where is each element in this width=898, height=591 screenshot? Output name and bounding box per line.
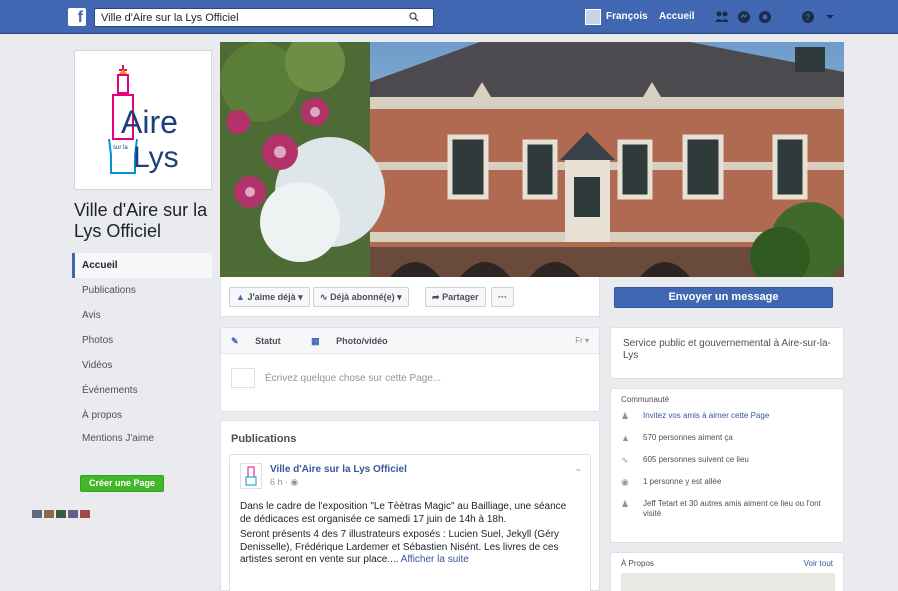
create-page-button[interactable]: Créer une Page	[80, 475, 164, 492]
post-card: Ville d'Aire sur la Lys Officiel 6 h · ◉…	[229, 454, 591, 591]
followers-count: 605 personnes suivent ce lieu	[643, 455, 749, 464]
post-body: Dans le cadre de l'exposition "Le Tèètra…	[240, 501, 580, 570]
search-box[interactable]	[94, 8, 434, 27]
invite-friends-icon: ♟	[621, 411, 630, 421]
page-title: Ville d'Aire sur la Lys Officiel	[74, 200, 208, 241]
photo-icon: ▦	[311, 336, 320, 346]
like-button[interactable]: ▲ J'aime déjà ▾	[229, 287, 310, 307]
home-link[interactable]: Accueil	[659, 11, 695, 22]
follow-button[interactable]: ∿ Déjà abonné(e) ▾	[313, 287, 409, 307]
nav-item-photos[interactable]: Photos	[72, 328, 212, 353]
post-paragraph-2-text: Seront présents 4 des 7 illustrateurs ex…	[240, 529, 560, 565]
send-message-button[interactable]: Envoyer un message	[614, 287, 833, 308]
post-author-avatar[interactable]	[240, 463, 262, 489]
page-action-bar: ▲ J'aime déjà ▾ ∿ Déjà abonné(e) ▾ ➦ Par…	[220, 277, 600, 317]
language-selector-label: Fr	[575, 336, 583, 345]
page-category-card: Service public et gouvernemental à Aire-…	[610, 327, 844, 379]
nav-item-accueil[interactable]: Accueil	[72, 253, 212, 278]
share-button[interactable]: ➦ Partager	[425, 287, 486, 307]
checkins-count: 1 personne y est allée	[643, 477, 722, 486]
thumbs-up-icon: ▲	[236, 292, 245, 302]
friend-avatar[interactable]	[32, 510, 42, 518]
share-icon: ➦	[432, 292, 440, 302]
invite-friends-link[interactable]: Invitez vos amis à aimer cette Page	[643, 411, 839, 421]
rss-icon: ∿	[621, 455, 629, 465]
friend-avatar[interactable]	[80, 510, 90, 518]
nav-item-a-propos[interactable]: À propos	[72, 403, 212, 428]
likes-count: 570 personnes aiment ça	[643, 433, 733, 442]
location-map[interactable]	[621, 573, 835, 591]
composer-tab-status[interactable]: ✎ Statut	[231, 336, 295, 346]
friend-requests-icon[interactable]	[714, 9, 730, 25]
follow-button-label: Déjà abonné(e)	[330, 292, 395, 302]
publications-section: Publications Ville d'Aire sur la Lys Off…	[220, 420, 600, 591]
svg-text:?: ?	[806, 13, 811, 22]
cover-photo[interactable]	[220, 42, 844, 277]
post-paragraph-2: Seront présents 4 des 7 illustrateurs ex…	[240, 529, 580, 567]
facebook-logo-icon[interactable]: f	[68, 8, 86, 26]
composer-page-avatar	[231, 368, 255, 388]
logo-word-lys: Lys	[133, 141, 179, 174]
about-card: À Propos Voir tout	[610, 552, 844, 591]
thumbs-up-icon: ▲	[621, 433, 630, 443]
more-options-button[interactable]: ···	[491, 287, 514, 307]
help-icon[interactable]: ?	[800, 9, 816, 25]
composer-tabs: ✎ Statut ▦ Photo/vidéo	[221, 328, 599, 354]
post-time-label: 6 h	[270, 477, 283, 487]
nav-item-publications[interactable]: Publications	[72, 278, 212, 303]
cover-photo-image	[220, 42, 844, 277]
search-icon[interactable]	[409, 12, 419, 22]
globe-icon: ◉	[290, 477, 299, 487]
post-paragraph-1: Dans le cadre de l'exposition "Le Tèètra…	[240, 501, 567, 525]
top-navigation-bar: f François Accueil ?	[0, 0, 898, 34]
share-button-label: Partager	[442, 292, 479, 302]
user-name-link[interactable]: François	[606, 11, 648, 22]
rss-icon: ∿	[320, 292, 328, 302]
post-timestamp[interactable]: 6 h · ◉	[270, 477, 298, 488]
community-title: Communauté	[621, 395, 670, 404]
page-category: Service public et gouvernemental à Aire-…	[623, 338, 831, 361]
pencil-icon: ✎	[231, 336, 239, 346]
aire-sur-la-lys-logo: Aire sur la Lys	[108, 65, 179, 174]
friend-avatar[interactable]	[44, 510, 54, 518]
nav-item-evenements[interactable]: Événements	[72, 378, 212, 403]
see-more-link[interactable]: Afficher la suite	[401, 554, 469, 565]
friend-avatar[interactable]	[56, 510, 66, 518]
messages-icon[interactable]	[736, 9, 752, 25]
nav-item-mentions-jaime[interactable]: Mentions J'aime	[72, 428, 212, 466]
nav-item-videos[interactable]: Vidéos	[72, 353, 212, 378]
language-selector[interactable]: Fr ▾	[575, 336, 589, 345]
profile-picture[interactable]: Aire sur la Lys	[74, 50, 212, 190]
post-avatar-logo-icon	[245, 466, 257, 486]
friends-like-text[interactable]: Jeff Tetart et 30 autres amis aiment ce …	[643, 499, 839, 519]
community-card: Communauté ♟ Invitez vos amis à aimer ce…	[610, 388, 844, 543]
see-all-link[interactable]: Voir tout	[804, 559, 833, 568]
search-input[interactable]	[95, 9, 395, 26]
friend-avatar[interactable]	[68, 510, 78, 518]
like-button-label: J'aime déjà	[247, 292, 296, 302]
user-avatar[interactable]	[585, 9, 601, 25]
page-navigation: Accueil Publications Avis Photos Vidéos …	[72, 253, 212, 466]
post-composer: ✎ Statut ▦ Photo/vidéo Fr ▾ Écrivez quel…	[220, 327, 600, 412]
account-menu-chevron-icon[interactable]	[822, 9, 838, 25]
composer-tab-status-label: Statut	[255, 336, 281, 346]
about-card-title: À Propos	[621, 559, 654, 568]
composer-tab-photo-label: Photo/vidéo	[336, 336, 388, 346]
nav-item-avis[interactable]: Avis	[72, 303, 212, 328]
post-options-chevron-icon[interactable]: ⌄	[574, 463, 582, 474]
notifications-icon[interactable]	[757, 9, 773, 25]
composer-tab-photo[interactable]: ▦ Photo/vidéo	[311, 336, 402, 346]
publications-header: Publications	[231, 433, 297, 445]
checkin-icon: ◉	[621, 477, 629, 487]
friends-icon: ♟	[621, 499, 630, 509]
logo-word-surla: sur la	[113, 145, 128, 151]
logo-word-aire: Aire	[121, 104, 178, 140]
composer-input[interactable]: Écrivez quelque chose sur cette Page...	[265, 373, 441, 384]
post-author-name[interactable]: Ville d'Aire sur la Lys Officiel	[270, 464, 407, 475]
